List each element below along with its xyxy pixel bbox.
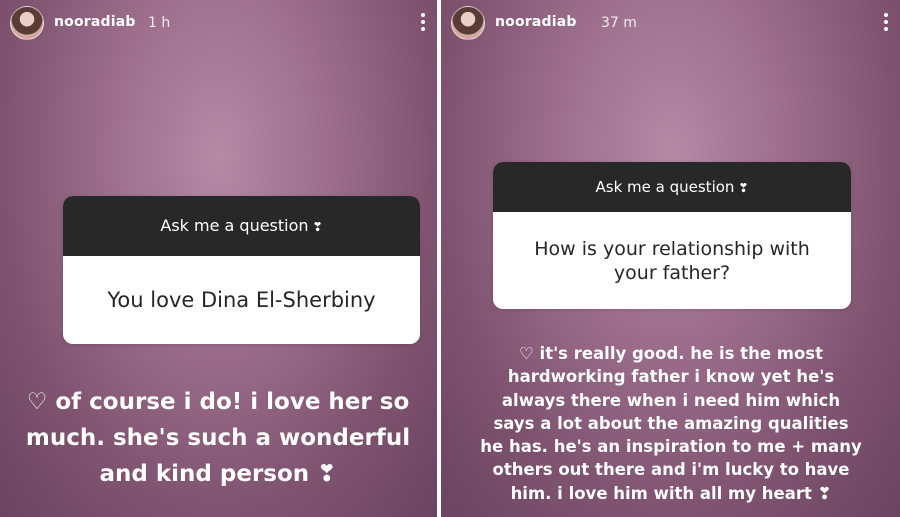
avatar[interactable]: [10, 6, 44, 40]
stories-screenshot: nooradiab 1 h Ask me a question ❣ You lov…: [0, 0, 900, 517]
username[interactable]: nooradiab: [495, 14, 577, 30]
story-header: nooradiab 1 h: [10, 6, 427, 40]
reply-line: him. i love him with all my heart ❣: [510, 483, 832, 503]
reply-line: always there when i need him which: [501, 390, 841, 410]
post-time: 37 m: [601, 15, 637, 31]
story-header: nooradiab 37 m: [451, 6, 890, 40]
reply-line: others out there and i'm lucky to have: [492, 460, 850, 480]
reply-line: ♡ it's really good. he is the most: [519, 344, 823, 363]
avatar[interactable]: [451, 6, 485, 40]
story-panel-2[interactable]: nooradiab 37 m Ask me a question ❣ How is…: [441, 0, 900, 517]
username[interactable]: nooradiab: [54, 14, 136, 30]
question-sticker-header: Ask me a question ❣: [63, 196, 420, 256]
post-time: 1 h: [148, 15, 171, 31]
heart-exclamation-icon: ❣: [312, 220, 323, 234]
question-sticker[interactable]: Ask me a question ❣ How is your relations…: [493, 162, 851, 309]
question-text: How is your relationship with your fathe…: [534, 237, 810, 284]
question-sticker[interactable]: Ask me a question ❣ You love Dina El-Sher…: [63, 196, 420, 344]
reply-line: says a lot about the amazing qualities: [493, 413, 849, 433]
reply-line: ♡ of course i do! i love her so: [26, 389, 410, 415]
question-text: You love Dina El-Sherbiny: [107, 288, 376, 312]
heart-exclamation-icon: ❣: [738, 181, 749, 195]
question-sticker-header: Ask me a question ❣: [493, 162, 851, 212]
reply-line: he has. he's an inspiration to me + many: [480, 437, 862, 457]
story-panel-1[interactable]: nooradiab 1 h Ask me a question ❣ You lov…: [0, 0, 437, 517]
more-options-icon[interactable]: [419, 13, 427, 33]
reply-line: and kind person ❣: [99, 461, 337, 487]
reply-line: much. she's such a wonderful: [25, 425, 411, 451]
reply-text: ♡ of course i do! i love her so much. sh…: [18, 384, 418, 492]
reply-text: ♡ it's really good. he is the most hardw…: [451, 342, 891, 505]
question-title: Ask me a question: [160, 216, 309, 235]
question-title: Ask me a question: [595, 178, 735, 196]
more-options-icon[interactable]: [882, 13, 890, 33]
reply-line: hardworking father i know yet he's: [507, 367, 835, 387]
